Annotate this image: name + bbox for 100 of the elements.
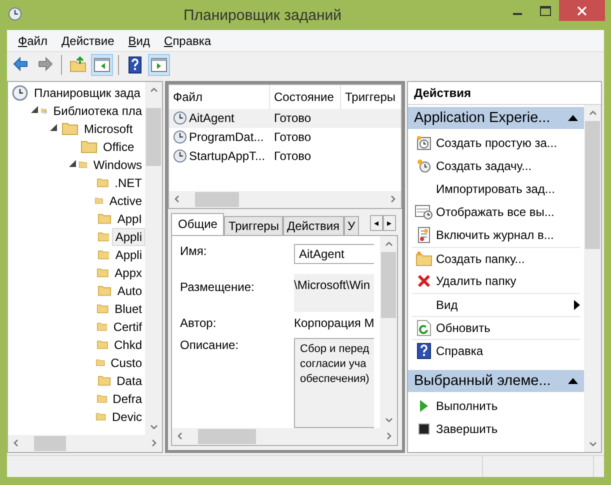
horizontal-scrollbar[interactable]: [8, 434, 162, 452]
action-item[interactable]: Включить журнал в...: [412, 224, 580, 247]
action-item[interactable]: Импортировать зад...: [412, 178, 580, 201]
task-row[interactable]: AitAgent Готово: [169, 108, 401, 128]
submenu-arrow-icon: [574, 300, 580, 310]
scroll-up-icon[interactable]: [588, 108, 596, 117]
task-row[interactable]: StartupAppT... Готово: [169, 146, 401, 166]
maximize-icon: [540, 6, 550, 16]
scroll-right-icon[interactable]: [385, 432, 393, 440]
expand-triangle-icon[interactable]: [69, 160, 76, 168]
scroll-left-icon[interactable]: [176, 432, 184, 440]
tree-item[interactable]: Appx: [112, 264, 145, 282]
tree-item[interactable]: Custo: [108, 354, 145, 372]
expand-triangle-icon[interactable]: [50, 124, 57, 132]
group-header[interactable]: Application Experie...: [408, 106, 584, 129]
scroll-left-icon[interactable]: [173, 195, 181, 204]
horizontal-scrollbar[interactable]: [169, 190, 401, 208]
name-field[interactable]: AitAgent: [294, 244, 374, 264]
task-row[interactable]: ProgramDat... Готово: [169, 128, 401, 147]
collapse-caret-icon[interactable]: [568, 378, 578, 384]
scroll-thumb[interactable]: [195, 192, 239, 207]
description-box[interactable]: Сбор и перед согласии уча обеспечения): [294, 338, 374, 428]
action-item[interactable]: Удалить папку: [412, 270, 580, 293]
scroll-down-icon[interactable]: [384, 416, 392, 424]
menu-item[interactable]: Справка: [157, 34, 218, 48]
task-status: Готово: [273, 130, 312, 144]
close-button[interactable]: [559, 0, 605, 21]
tree-item[interactable]: Библиотека пла: [50, 102, 145, 120]
vertical-scrollbar[interactable]: [584, 104, 601, 452]
action-item[interactable]: Выполнить: [412, 394, 580, 418]
tree-item[interactable]: Active: [106, 192, 145, 210]
scroll-thumb[interactable]: [34, 436, 66, 451]
tab[interactable]: Триггеры: [224, 216, 283, 235]
group-header[interactable]: Выбранный элеме...: [408, 370, 584, 392]
folder-icon: [96, 410, 106, 424]
scroll-down-icon[interactable]: [588, 440, 596, 448]
clock-icon: [173, 149, 187, 164]
action-item[interactable]: Вид: [412, 292, 580, 316]
action-item[interactable]: Отображать все вы...: [412, 200, 580, 224]
folder-icon: [96, 392, 107, 406]
scroll-down-icon[interactable]: [150, 422, 158, 431]
folder-icon: [98, 284, 112, 298]
scroll-thumb[interactable]: [146, 108, 161, 166]
scroll-thumb[interactable]: [381, 252, 396, 318]
scroll-right-icon[interactable]: [389, 195, 397, 204]
clock-icon: [416, 158, 432, 174]
log-icon: [416, 227, 432, 244]
tab[interactable]: Действия: [282, 216, 344, 235]
folder-icon: [97, 176, 109, 190]
horizontal-scrollbar[interactable]: [172, 428, 397, 445]
vertical-scrollbar[interactable]: [145, 82, 162, 435]
action-item[interactable]: Обновить: [412, 316, 580, 339]
expand-triangle-icon[interactable]: [31, 106, 38, 114]
tab-scroll-button[interactable]: ◂: [370, 214, 383, 231]
tree-item[interactable]: Appli: [112, 228, 145, 246]
column-header[interactable]: Триггеры: [341, 84, 401, 109]
scroll-right-icon[interactable]: [150, 439, 158, 448]
menu-item[interactable]: Файл: [11, 34, 55, 48]
tree-item[interactable]: .NET: [112, 174, 145, 192]
tree-item[interactable]: Data: [114, 372, 145, 390]
folder-icon: [98, 248, 110, 262]
action-item[interactable]: Справка: [412, 338, 580, 362]
clock-icon: [12, 84, 28, 101]
action-item[interactable]: Завершить: [412, 418, 580, 441]
menu-item[interactable]: Действие: [54, 34, 122, 48]
action-item[interactable]: Создать задачу...: [412, 154, 580, 178]
menu-item[interactable]: Вид: [121, 34, 158, 48]
tree-item[interactable]: Bluet: [112, 300, 145, 318]
tab-scroll-button[interactable]: ▸: [383, 214, 396, 231]
tree-item[interactable]: Devic: [108, 408, 145, 426]
action-item[interactable]: Создать папку...: [412, 246, 580, 270]
action-item[interactable]: Создать простую за...: [412, 132, 580, 155]
tree-item[interactable]: Chkd: [110, 336, 145, 354]
tree-item[interactable]: Defra: [110, 390, 145, 408]
play-icon: [419, 399, 429, 414]
scroll-up-icon[interactable]: [384, 240, 392, 248]
scroll-thumb[interactable]: [585, 120, 600, 249]
tab[interactable]: У: [344, 216, 360, 235]
folder-icon: [97, 266, 109, 280]
tree-item[interactable]: AppI: [114, 210, 145, 228]
task-name: StartupAppT...: [189, 149, 266, 164]
scroll-thumb[interactable]: [198, 428, 256, 444]
tab[interactable]: Общие: [171, 212, 224, 235]
scroll-left-icon[interactable]: [12, 439, 20, 448]
tree-item[interactable]: Windows: [90, 156, 145, 174]
pane-icon: [93, 56, 111, 74]
tree-item[interactable]: Certif: [110, 318, 145, 336]
tree-item[interactable]: Office: [100, 138, 138, 156]
folder-icon: [81, 140, 97, 154]
folder-icon: [96, 320, 108, 334]
scroll-up-icon[interactable]: [150, 86, 158, 94]
vertical-scrollbar[interactable]: [380, 236, 397, 428]
tree-item[interactable]: Microsoft: [81, 120, 136, 138]
collapse-caret-icon[interactable]: [568, 114, 578, 121]
clock-icon: [416, 135, 432, 152]
pane-title: Действия: [408, 82, 601, 105]
task-status: Готово: [273, 149, 312, 164]
tree-item[interactable]: Планировщик зада: [31, 84, 144, 102]
tree-item[interactable]: Auto: [114, 282, 145, 300]
tree-item[interactable]: Appli: [112, 246, 145, 264]
